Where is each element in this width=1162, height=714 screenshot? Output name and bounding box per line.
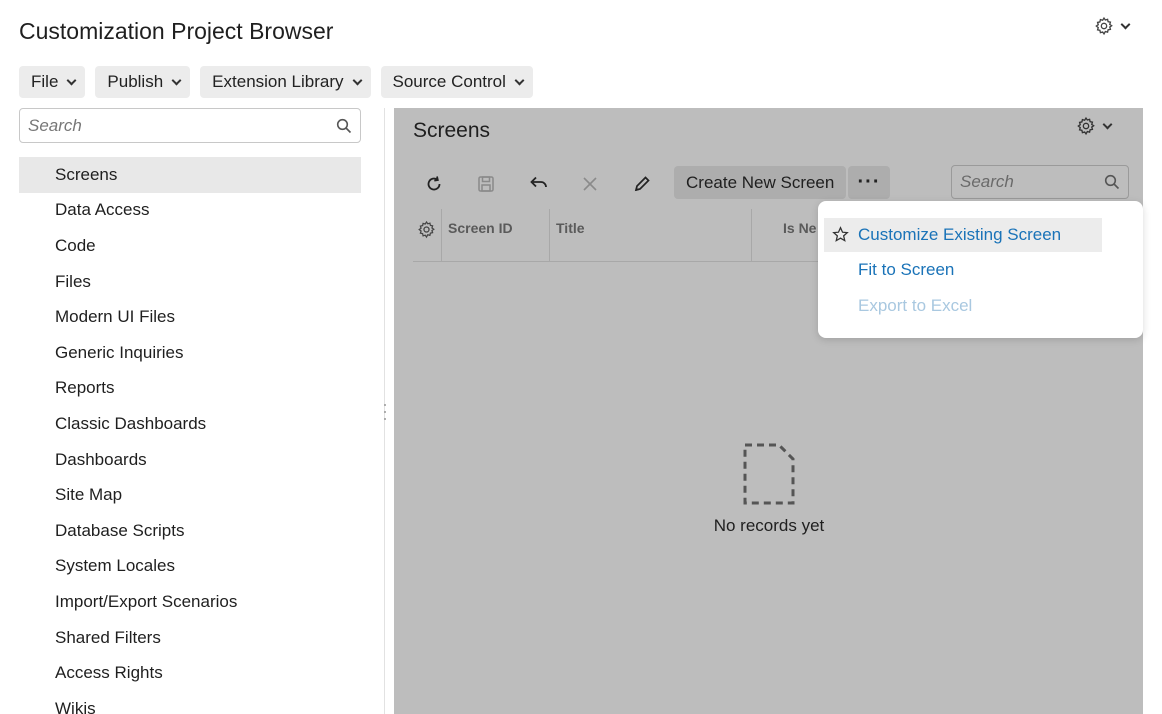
sidebar-item-label: Files <box>55 271 91 291</box>
sidebar-item-label: System Locales <box>55 556 175 576</box>
menu-item-fit-to-screen[interactable]: Fit to Screen <box>824 253 1102 287</box>
gear-icon <box>1095 16 1113 36</box>
panel-settings-menu[interactable] <box>1076 116 1113 136</box>
screens-panel: Screens Create New Screen ··· Screen <box>394 108 1143 714</box>
sidebar-item-screens[interactable]: Screens <box>19 157 361 193</box>
settings-menu[interactable] <box>1094 16 1131 36</box>
sidebar-item-dashboards[interactable]: Dashboards <box>19 442 361 478</box>
menu-publish[interactable]: Publish <box>95 66 191 98</box>
sidebar-item-site-map[interactable]: Site Map <box>19 477 361 513</box>
sidebar-item-reports[interactable]: Reports <box>19 371 361 407</box>
empty-state: No records yet <box>694 442 844 536</box>
save-icon <box>478 176 494 192</box>
menu-bar: File Publish Extension Library Source Co… <box>19 66 533 98</box>
empty-document-icon <box>743 443 795 505</box>
menu-item-label: Export to Excel <box>858 296 973 315</box>
sidebar-item-code[interactable]: Code <box>19 228 361 264</box>
page-title: Customization Project Browser <box>19 18 334 44</box>
column-settings-button[interactable] <box>413 209 442 261</box>
grid-search-input[interactable] <box>960 172 1104 192</box>
sidebar-item-modern-ui-files[interactable]: Modern UI Files <box>19 299 361 335</box>
sidebar-item-database-scripts[interactable]: Database Scripts <box>19 513 361 549</box>
refresh-button[interactable] <box>420 171 448 197</box>
more-actions-button[interactable]: ··· <box>848 166 890 199</box>
menu-item-label: Fit to Screen <box>858 260 955 279</box>
menu-item-customize-existing-screen[interactable]: Customize Existing Screen <box>824 218 1102 252</box>
menu-extension-library[interactable]: Extension Library <box>200 66 371 98</box>
undo-button[interactable] <box>524 171 552 197</box>
sidebar-item-classic-dashboards[interactable]: Classic Dashboards <box>19 406 361 442</box>
sidebar-item-label: Dashboards <box>55 449 147 469</box>
sidebar-item-label: Site Map <box>55 485 123 505</box>
sidebar-item-access-rights[interactable]: Access Rights <box>19 655 361 691</box>
chevron-down-icon <box>1120 19 1131 29</box>
sidebar-item-label: Wikis <box>55 698 96 714</box>
sidebar-item-shared-filters[interactable]: Shared Filters <box>19 620 361 656</box>
search-icon[interactable] <box>336 118 352 134</box>
sidebar-item-label: Reports <box>55 378 115 398</box>
column-header-title[interactable]: Title <box>550 209 752 261</box>
more-actions-dropdown: Customize Existing Screen Fit to Screen … <box>818 201 1143 338</box>
sidebar-item-label: Data Access <box>55 200 150 220</box>
sidebar-item-label: Code <box>55 235 96 255</box>
sidebar-item-wikis[interactable]: Wikis <box>19 691 361 714</box>
create-new-screen-button[interactable]: Create New Screen <box>674 166 847 199</box>
sidebar-item-label: Modern UI Files <box>55 307 175 327</box>
edit-button[interactable] <box>628 171 656 197</box>
undo-icon <box>530 176 547 188</box>
sidebar-item-label: Generic Inquiries <box>55 342 184 362</box>
sidebar-item-data-access[interactable]: Data Access <box>19 193 361 229</box>
save-button[interactable] <box>472 171 500 197</box>
gear-icon <box>1077 116 1095 136</box>
search-icon[interactable] <box>1104 174 1120 190</box>
star-icon[interactable] <box>832 226 849 243</box>
chevron-down-icon <box>66 75 77 85</box>
sidebar-item-label: Access Rights <box>55 663 163 683</box>
sidebar-item-label: Import/Export Scenarios <box>55 591 238 611</box>
sidebar-item-files[interactable]: Files <box>19 264 361 300</box>
sidebar-item-label: Screens <box>55 164 118 184</box>
chevron-down-icon <box>352 75 362 85</box>
sidebar-nav: Screens Data Access Code Files Modern UI… <box>19 157 361 714</box>
panel-title: Screens <box>413 119 491 142</box>
sidebar-item-label: Database Scripts <box>55 520 185 540</box>
empty-state-text: No records yet <box>713 516 825 535</box>
menu-label: Extension Library <box>212 72 344 91</box>
close-icon <box>583 177 597 191</box>
menu-source-control[interactable]: Source Control <box>380 66 533 98</box>
menu-label: Source Control <box>392 72 506 91</box>
gear-icon <box>418 220 435 239</box>
splitter-handle-icon[interactable] <box>383 404 386 420</box>
sidebar-item-import-export-scenarios[interactable]: Import/Export Scenarios <box>19 584 361 620</box>
menu-label: File <box>31 72 59 91</box>
sidebar-item-generic-inquiries[interactable]: Generic Inquiries <box>19 335 361 371</box>
delete-button[interactable] <box>576 171 604 197</box>
sidebar-search <box>19 108 361 143</box>
menu-label: Publish <box>107 72 164 91</box>
chevron-down-icon <box>171 75 182 85</box>
column-header-screen-id[interactable]: Screen ID <box>442 209 550 261</box>
grid-search <box>951 165 1129 199</box>
pencil-icon <box>634 176 650 192</box>
sidebar-item-label: Shared Filters <box>55 627 161 647</box>
chevron-down-icon <box>514 75 525 85</box>
sidebar-item-system-locales[interactable]: System Locales <box>19 549 361 585</box>
sidebar-search-input[interactable] <box>28 115 336 136</box>
sidebar-item-label: Classic Dashboards <box>55 413 207 433</box>
menu-item-label: Customize Existing Screen <box>858 225 1062 244</box>
menu-item-export-to-excel: Export to Excel <box>824 289 1102 323</box>
refresh-icon <box>427 176 441 191</box>
chevron-down-icon <box>1102 119 1113 129</box>
menu-file[interactable]: File <box>19 66 86 98</box>
